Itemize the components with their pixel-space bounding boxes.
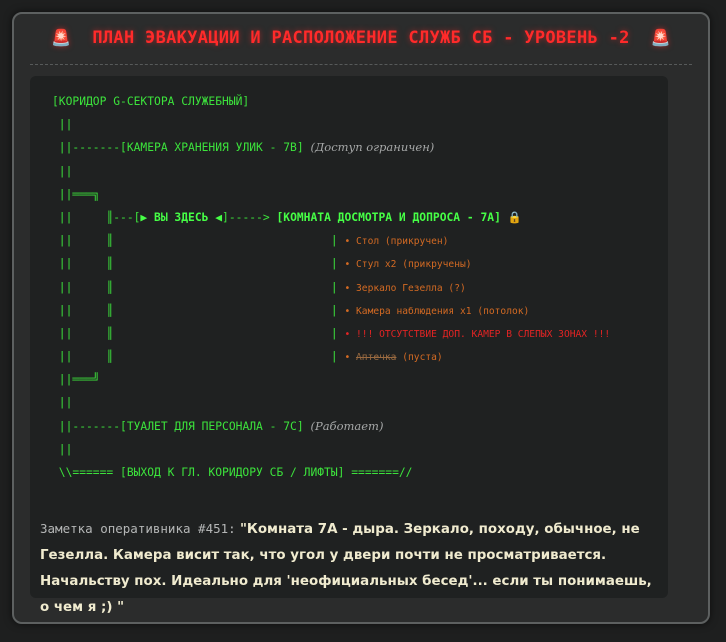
list-bar: |: [330, 350, 345, 364]
operative-note: Заметка оперативника #451: "Комната 7А -…: [40, 516, 656, 621]
kit-bullet: •: [344, 352, 357, 364]
map-arrow: ]----->: [222, 210, 277, 224]
title-text: ПЛАН ЭВАКУАЦИИ И РАСПОЛОЖЕНИЕ СЛУЖБ СБ -…: [92, 28, 630, 48]
map-line-item: || ║ | • Стол (прикручен): [52, 229, 658, 252]
map-connector: || ║: [52, 350, 331, 364]
siren-icon: 🚨: [51, 28, 72, 47]
map-connector: || ║---[: [52, 210, 141, 224]
kit-status: (пуста): [396, 352, 443, 364]
map-panel: [КОРИДОР G-СЕКТОРА СЛУЖЕБНЫЙ] || ||-----…: [30, 76, 668, 615]
map-connector: ||-------: [52, 419, 121, 433]
map-connector: ||: [52, 442, 73, 456]
map-line: ||═══╝: [52, 368, 658, 391]
map-connector: ||-------: [52, 141, 121, 155]
map-line: ||═══╗: [52, 183, 658, 206]
map-line: ||: [52, 438, 658, 461]
map-line-here: || ║---[▶ ВЫ ЗДЕСЬ ◀]-----> [КОМНАТА ДОС…: [52, 206, 658, 229]
list-bar: |: [330, 280, 345, 294]
map-line-item: || ║ | • Камера наблюдения x1 (потолок): [52, 299, 658, 322]
list-bar: |: [330, 303, 345, 317]
title-divider: [30, 64, 692, 65]
room-item: • Камера наблюдения x1 (потолок): [344, 305, 530, 317]
map-line: ||: [52, 160, 658, 183]
map-line-item: || ║ | • Зеркало Гезелла (?): [52, 276, 658, 299]
room-item: • Зеркало Гезелла (?): [344, 282, 466, 294]
room-item: • Стул x2 (прикручены): [344, 259, 472, 271]
map-line-warning: || ║ | • !!! ОТСУТСТВИЕ ДОП. КАМЕР В СЛЕ…: [52, 322, 658, 345]
map-line-corridor: [КОРИДОР G-СЕКТОРА СЛУЖЕБНЫЙ]: [52, 90, 658, 113]
map-line: ||: [52, 113, 658, 136]
map-connector: || ║: [52, 234, 331, 248]
map-connector: || ║: [52, 303, 331, 317]
page-title: 🚨 ПЛАН ЭВАКУАЦИИ И РАСПОЛОЖЕНИЕ СЛУЖБ СБ…: [14, 28, 708, 54]
map-connector: || ║: [52, 326, 331, 340]
map-connector: ||═══╗: [52, 187, 100, 201]
corridor-label: [КОРИДОР G-СЕКТОРА СЛУЖЕБНЫЙ]: [52, 95, 250, 108]
map-connector: || ║: [52, 257, 331, 271]
evidence-room-label: [КАМЕРА ХРАНЕНИЯ УЛИК - 7В]: [120, 141, 304, 155]
map-connector: ||: [52, 118, 73, 132]
list-bar: |: [330, 326, 345, 340]
room-item-kit: • Аптечка (пуста): [344, 352, 442, 363]
you-are-here-marker: ▶ ВЫ ЗДЕСЬ ◀: [140, 210, 223, 224]
map-connector: ||: [52, 396, 73, 410]
map-line: ||: [52, 391, 658, 414]
map-line-evidence: ||-------[КАМЕРА ХРАНЕНИЯ УЛИК - 7В] (До…: [52, 136, 658, 159]
room-item: • Стол (прикручен): [344, 236, 449, 248]
camera-warning: • !!! ОТСУТСТВИЕ ДОП. КАМЕР В СЛЕПЫХ ЗОН…: [344, 328, 611, 340]
exit-label: \\====== [ВЫХОД К ГЛ. КОРИДОРУ СБ / ЛИФТ…: [52, 466, 413, 479]
map-line-item: || ║ | • Стул x2 (прикручены): [52, 252, 658, 275]
lock-icon: 🔒: [507, 210, 522, 224]
kit-struck-label: Аптечка: [356, 352, 397, 364]
siren-icon: 🚨: [650, 28, 671, 47]
map-line-item: || ║ | • Аптечка (пуста): [52, 345, 658, 368]
note-label: Заметка оперативника #451:: [40, 521, 236, 536]
toilet-room-status: (Работает): [310, 418, 384, 433]
map-connector: || ║: [52, 280, 331, 294]
map-connector: ||═══╝: [52, 373, 100, 387]
list-bar: |: [330, 234, 345, 248]
evidence-room-status: (Доступ ограничен): [310, 140, 435, 155]
evacuation-plan-window: 🚨 ПЛАН ЭВАКУАЦИИ И РАСПОЛОЖЕНИЕ СЛУЖБ СБ…: [12, 12, 710, 624]
list-bar: |: [330, 257, 345, 271]
map-connector: ||: [52, 164, 73, 178]
interrogation-room-label: [КОМНАТА ДОСМОТРА И ДОПРОСА - 7А]: [276, 210, 501, 224]
map-line-toilet: ||-------[ТУАЛЕТ ДЛЯ ПЕРСОНАЛА - 7С] (Ра…: [52, 415, 658, 438]
map-line-exit: \\====== [ВЫХОД К ГЛ. КОРИДОРУ СБ / ЛИФТ…: [52, 461, 658, 484]
toilet-room-label: [ТУАЛЕТ ДЛЯ ПЕРСОНАЛА - 7С]: [120, 419, 304, 433]
ascii-map: [КОРИДОР G-СЕКТОРА СЛУЖЕБНЫЙ] || ||-----…: [52, 90, 658, 484]
